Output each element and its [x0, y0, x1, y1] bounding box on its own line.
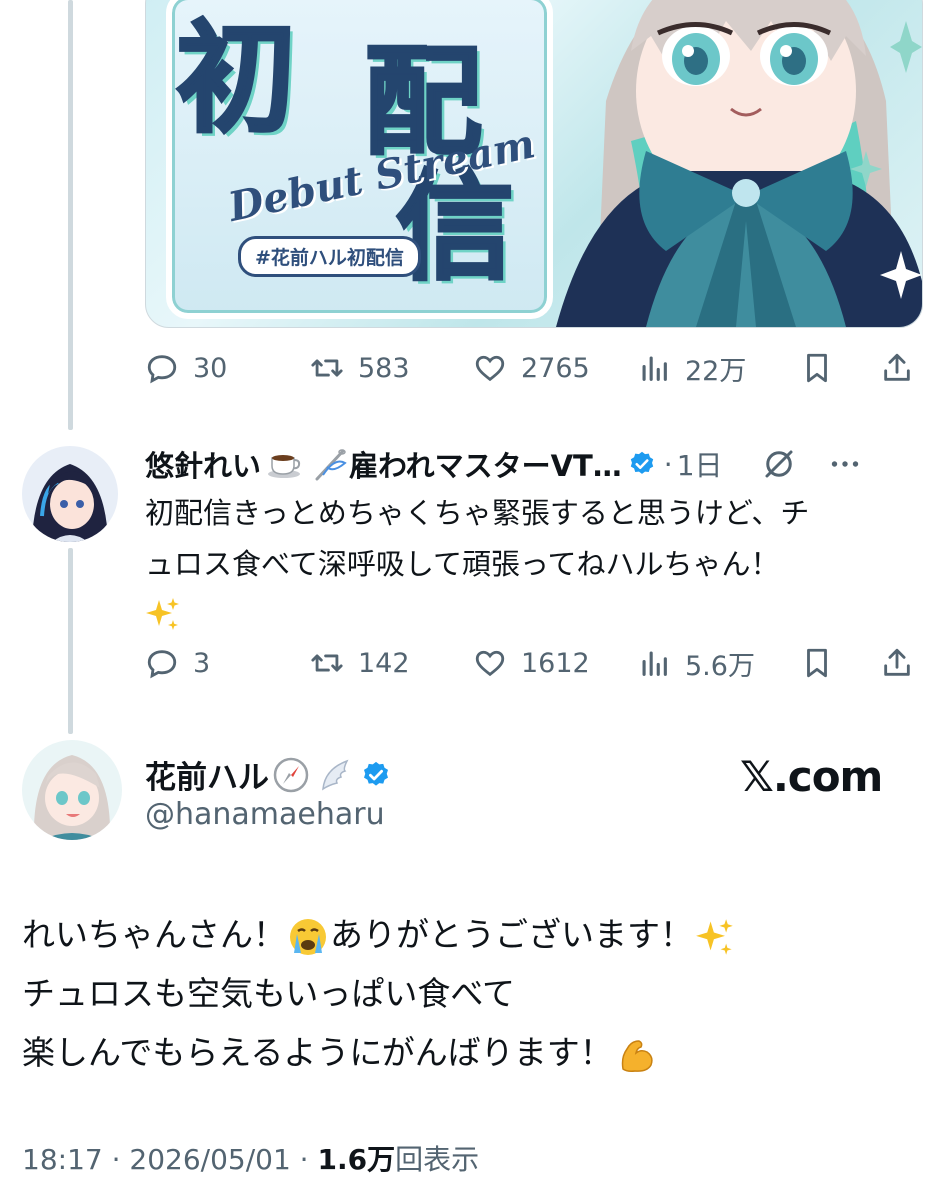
reply-button[interactable]: 3: [145, 640, 210, 686]
reply-icon: [147, 650, 177, 679]
time-separator-dot: ·: [663, 447, 673, 481]
bookmark-button[interactable]: [800, 345, 834, 391]
main-text-line: チュロスも空気もいっぱい食べて: [22, 974, 516, 1013]
poster-kanji-1: 初: [175, 9, 298, 151]
main-text-line: れいちゃんさん！ ありがとうございます！: [22, 905, 922, 964]
view-count: 1.6万: [317, 1143, 396, 1176]
like-button[interactable]: 1612: [473, 640, 590, 686]
reply-tweet-actions: 3 142 1612 5.6万: [145, 640, 920, 686]
reply-author-avatar[interactable]: [22, 446, 118, 542]
views-icon: [642, 651, 667, 676]
reply-icon: [147, 355, 177, 384]
tweet-timestamp[interactable]: 18:17 · 2026/05/01 ·: [22, 1143, 317, 1176]
avatar-image: [22, 446, 118, 542]
bookmark-button[interactable]: [800, 640, 834, 686]
tweet-metadata: 18:17 · 2026/05/01 · 1.6万回表示: [22, 1138, 479, 1178]
main-author-avatar[interactable]: [22, 740, 122, 840]
views-icon: [642, 356, 667, 381]
reply-text-line: 初配信きっとめちゃくちゃ緊張すると思うけど、チ: [145, 496, 810, 530]
more-icon[interactable]: [827, 446, 863, 482]
reply-author-name-suffix[interactable]: 雇われマスターVT…: [349, 443, 622, 485]
verified-badge-icon: [630, 451, 653, 474]
share-button[interactable]: [880, 640, 914, 686]
reply-tweet-text: 初配信きっとめちゃくちゃ緊張すると思うけど、チ ュロス食べて深呼吸して頑張ってね…: [145, 488, 915, 648]
main-text-line: 楽しんでもらえるようにがんばります！: [22, 1023, 922, 1082]
like-count: 2765: [521, 352, 590, 384]
views-button[interactable]: 5.6万: [637, 640, 755, 686]
reply-text-line: ュロス食べて深呼吸して頑張ってねハルちゃん！: [145, 547, 780, 581]
repost-icon: [311, 654, 343, 672]
bookmark-icon: [807, 353, 827, 383]
views-button[interactable]: 22万: [637, 345, 746, 391]
main-author-header: 花前ハル: [145, 752, 391, 797]
coffee-emoji: [268, 455, 301, 478]
reply-count: 3: [193, 647, 211, 679]
tweet-media-image[interactable]: 初 配 信 Debut Stream #花前ハル初配信: [145, 0, 923, 328]
wing-emoji: [322, 759, 349, 791]
share-icon: [884, 353, 910, 381]
character-illustration: [556, 0, 922, 327]
like-button[interactable]: 2765: [473, 345, 590, 391]
views-count: 5.6万: [685, 650, 755, 682]
repost-count: 583: [358, 352, 410, 384]
first-tweet-actions: 30 583 2765 22万: [145, 345, 920, 391]
main-text-segment: れいちゃんさん！: [22, 915, 286, 954]
like-icon: [475, 650, 505, 677]
like-icon: [475, 355, 505, 382]
needle-emoji: [315, 449, 347, 481]
views-count: 22万: [685, 355, 747, 387]
main-author-name[interactable]: 花前ハル: [145, 752, 269, 797]
crying-emoji: [290, 918, 326, 955]
repost-count: 142: [358, 647, 410, 679]
sparkles-emoji: [696, 918, 733, 955]
share-button[interactable]: [880, 345, 914, 391]
poster-hashtag: #花前ハル初配信: [238, 236, 421, 277]
grok-icon[interactable]: [761, 446, 797, 482]
reply-button[interactable]: 30: [145, 345, 227, 391]
main-text-segment: 楽しんでもらえるようにがんばります！: [22, 1033, 613, 1072]
repost-button[interactable]: 583: [310, 345, 410, 391]
compass-emoji: [273, 757, 309, 792]
reply-time[interactable]: 1日: [677, 444, 723, 484]
avatar-image: [22, 740, 122, 840]
main-author-handle[interactable]: @hanamaeharu: [145, 797, 385, 832]
view-count-label: 回表示: [395, 1143, 480, 1176]
like-count: 1612: [521, 647, 590, 679]
thread-connector-line: [68, 548, 73, 734]
share-icon: [884, 648, 910, 676]
reply-count: 30: [193, 352, 228, 384]
main-text-segment: ありがとうございます！: [330, 915, 693, 954]
muscle-emoji: [621, 1039, 653, 1072]
thread-connector-line: [68, 0, 73, 430]
xcom-watermark: 𝕏.com: [740, 752, 883, 801]
sparkles-emoji: [146, 598, 179, 630]
repost-button[interactable]: 142: [310, 640, 410, 686]
reply-author-name[interactable]: 悠針れい: [145, 443, 261, 485]
bookmark-icon: [807, 648, 827, 678]
repost-icon: [311, 359, 343, 377]
main-tweet-text: れいちゃんさん！ ありがとうございます！ チュロスも空気もいっぱい食べて 楽しん…: [22, 905, 922, 1082]
verified-badge-icon: [364, 761, 388, 786]
reply-tweet-header: 悠針れい 雇われマスターVT… · 1日: [145, 440, 863, 488]
